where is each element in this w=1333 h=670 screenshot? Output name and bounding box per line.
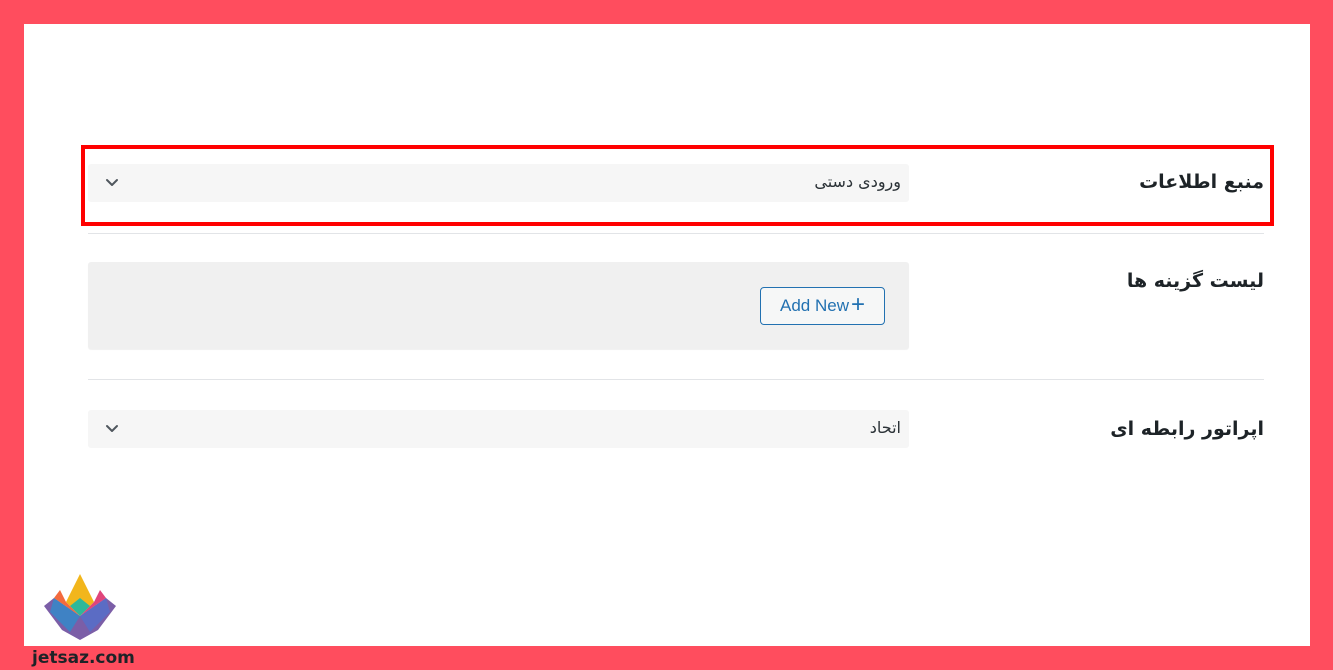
relational-operator-value: اتحاد bbox=[869, 418, 901, 437]
divider bbox=[88, 379, 1264, 380]
options-list-label: لیست گزینه ها bbox=[1126, 270, 1264, 292]
relational-operator-select[interactable]: اتحاد bbox=[88, 410, 909, 448]
options-list-row: لیست گزینه ها Add New + bbox=[88, 262, 1264, 349]
settings-panel: منبع اطلاعات ورودی دستی لیست گزینه ها Ad… bbox=[24, 24, 1310, 646]
watermark-text: jetsaz.com bbox=[32, 648, 135, 668]
add-new-button[interactable]: Add New + bbox=[760, 287, 885, 325]
relational-operator-label: اپراتور رابطه ای bbox=[1110, 418, 1264, 440]
relational-operator-row: اپراتور رابطه ای اتحاد bbox=[88, 410, 1264, 448]
options-repeater: Add New + bbox=[88, 262, 909, 349]
jetsaz-logo-icon bbox=[44, 574, 116, 640]
add-new-button-label: Add New bbox=[780, 296, 849, 315]
divider bbox=[88, 233, 1264, 234]
chevron-down-icon bbox=[106, 425, 118, 432]
plus-icon: + bbox=[850, 290, 865, 318]
highlight-box bbox=[81, 145, 1274, 226]
